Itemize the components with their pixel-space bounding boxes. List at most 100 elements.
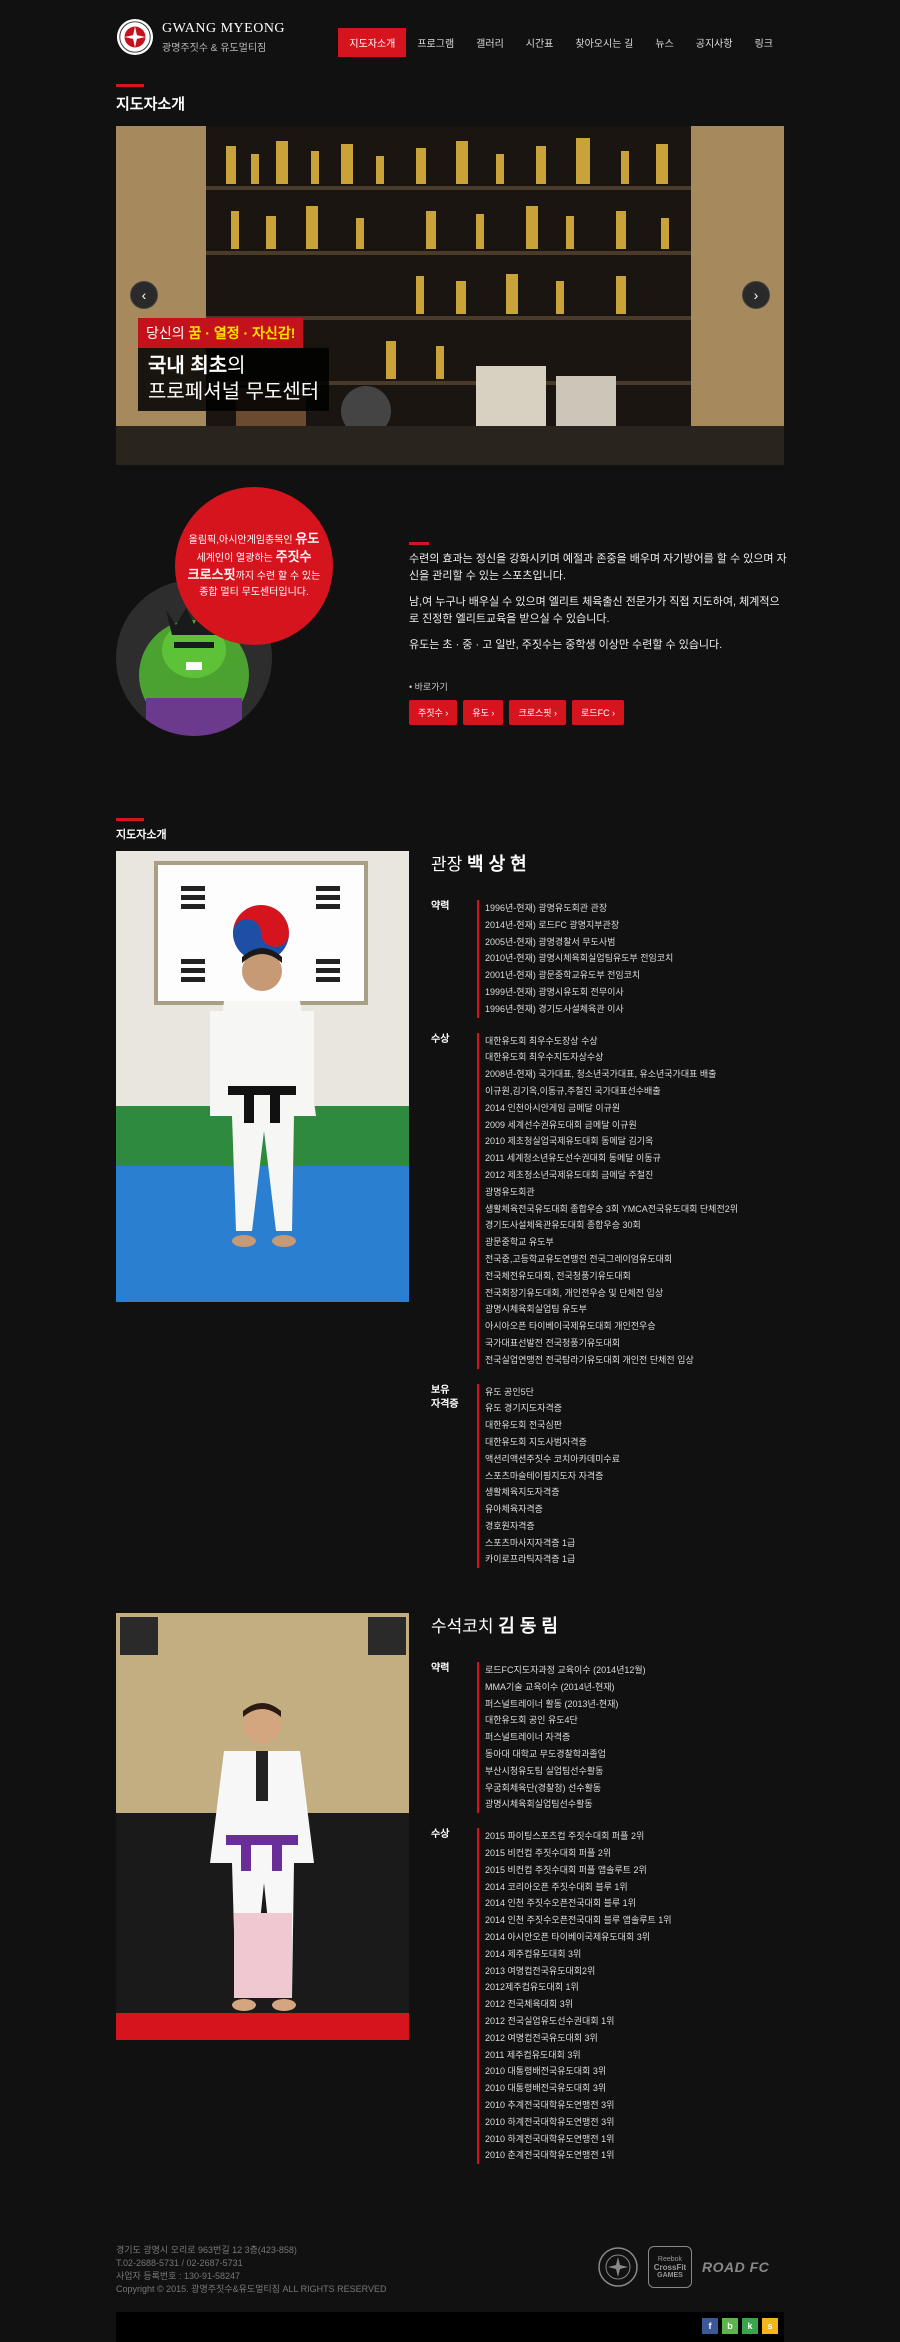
career-list: 로드FC지도자과정 교육이수 (2014년12월) MMA기술 교육이수 (201… bbox=[477, 1662, 646, 1814]
main-nav: 지도자소개 프로그램 갤러리 시간표 찾아오시는 길 뉴스 공지사항 링크 bbox=[338, 28, 784, 57]
instructor-1-name: 관장 백 상 현 bbox=[431, 850, 791, 876]
list-item: 2010 하계전국대학유도연맹전 3위 bbox=[485, 2116, 615, 2127]
nav-item-instructors[interactable]: 지도자소개 bbox=[338, 28, 407, 57]
awards-list: 2015 파이팅스포츠컵 주짓수대회 퍼플 2위 2015 비컨컵 주짓수대회 퍼… bbox=[477, 1828, 672, 2165]
page-title-block: 지도자소개 bbox=[116, 84, 784, 114]
list-item: 퍼스널트레이너 자격증 bbox=[485, 1732, 571, 1743]
intro-accent-bar bbox=[409, 542, 429, 545]
nav-item-directions[interactable]: 찾아오시는 길 bbox=[564, 28, 644, 57]
career-label: 약력 bbox=[431, 901, 450, 912]
list-item: 2011 세계청소년유도선수권대회 동메달 이동규 bbox=[485, 1153, 661, 1164]
list-item: 스포츠마슬테이핑지도자 자격증 bbox=[485, 1470, 604, 1481]
list-item: 2010년-현재) 광명시체육회실업팀유도부 전임코치 bbox=[485, 953, 674, 964]
roadfc-button[interactable]: 로드FC › bbox=[572, 700, 625, 725]
list-item: 대한유도회 최우수도장상 수상 bbox=[485, 1035, 598, 1046]
list-item: 대한유도회 공인 유도4단 bbox=[485, 1715, 578, 1726]
list-item: 2014 코리아오픈 주짓수대회 블루 1위 bbox=[485, 1881, 628, 1892]
site-logo[interactable]: GWANG MYEONG 광명주짓수 & 유도멀티짐 bbox=[116, 18, 285, 56]
nav-item-program[interactable]: 프로그램 bbox=[406, 28, 465, 57]
list-item: 2011 제주컵유도대회 3위 bbox=[485, 2049, 581, 2060]
nav-item-notice[interactable]: 공지사항 bbox=[685, 28, 744, 57]
hero-headline-line2: 프로페셔널 무도센터 bbox=[148, 381, 320, 403]
list-item: 이규원,김기옥,이동규,주철진 국가대표선수배출 bbox=[485, 1085, 661, 1096]
footer-copyright: Copyright © 2015. 광명주짓수&유도멀티짐 ALL RIGHTS… bbox=[116, 2284, 387, 2294]
instructor-1-name-text: 백 상 현 bbox=[467, 854, 527, 874]
nav-item-schedule[interactable]: 시간표 bbox=[515, 28, 565, 57]
list-item: 광문중학교 유도부 bbox=[485, 1237, 554, 1248]
footer-address: 경기도 광명시 오리로 963번길 12 3층(423-858) bbox=[116, 2245, 297, 2255]
instructor-2-photo bbox=[116, 1613, 409, 2040]
slider-next-button[interactable]: › bbox=[742, 281, 770, 309]
instructor-2-awards: 수상 2015 파이팅스포츠컵 주짓수대회 퍼플 2위 2015 비컨컵 주짓수대… bbox=[431, 1828, 791, 2165]
instructor-2-title: 수석코치 bbox=[431, 1617, 499, 1636]
instructor-1-title: 관장 bbox=[431, 855, 468, 874]
list-item: 아시아오픈 타이베이국제유도대회 개인전우승 bbox=[485, 1321, 656, 1332]
instructor-2-name-text: 김 동 림 bbox=[498, 1616, 558, 1636]
list-item: 2015 파이팅스포츠컵 주짓수대회 퍼플 2위 bbox=[485, 1831, 645, 1842]
instructor-1-career: 약력 1996년-현재) 광명유도회관 관장 2014년-현재) 로드FC 광명지… bbox=[431, 900, 791, 1018]
crossfit-logo-bot: GAMES bbox=[657, 2271, 683, 2279]
nav-item-links[interactable]: 링크 bbox=[744, 28, 784, 57]
list-item: 로드FC지도자과정 교육이수 (2014년12월) bbox=[485, 1665, 646, 1675]
list-item: 동아대 대학교 무도경찰학과졸업 bbox=[485, 1748, 606, 1759]
instructor-1-photo bbox=[116, 851, 409, 1302]
intro-text: 수련의 효과는 정신을 강화시키며 예절과 존중을 배우며 자기방어를 할 수 … bbox=[409, 551, 789, 663]
jiujitsu-button[interactable]: 주짓수 › bbox=[409, 700, 458, 725]
slider-prev-button[interactable]: ‹ bbox=[130, 281, 158, 309]
intro-paragraph-2: 남,여 누구나 배우실 수 있으며 엘리트 체육출신 전문가가 직접 지도하여,… bbox=[409, 596, 780, 625]
intro-paragraph-1: 수련의 효과는 정신을 강화시키며 예절과 존중을 배우며 자기방어를 할 수 … bbox=[409, 553, 787, 582]
footer-business-number: 사업자 등록번호 : 130-91-58247 bbox=[116, 2271, 241, 2281]
page-title: 지도자소개 bbox=[116, 96, 186, 113]
list-item: 2005년-현재) 광명경찰서 무도사범 bbox=[485, 936, 616, 947]
list-item: 카이로프라틱자격증 1급 bbox=[485, 1554, 576, 1565]
list-item: 2012 전국실업유도선수권대회 1위 bbox=[485, 2015, 615, 2026]
list-item: 2014 제주컵유도대회 3위 bbox=[485, 1948, 582, 1959]
list-item: 퍼스널트레이너 활동 (2013년-현재) bbox=[485, 1698, 619, 1709]
list-item: 2012제주컵유도대회 1위 bbox=[485, 1982, 579, 1993]
licenses-list: 유도 공인5단유도 경기지도자격증대한유도회 전국심판대한유도회 지도사범자격증… bbox=[477, 1383, 620, 1569]
list-item: 2015 비컨컵 주짓수대회 퍼플 앱솔루트 2위 bbox=[485, 1864, 647, 1875]
list-item: 1996년-현재) 광명유도회관 관장 bbox=[485, 903, 608, 913]
intro-paragraph-3: 유도는 초 · 중 · 고 일반, 주짓수는 중학생 이상만 수련할 수 있습니… bbox=[409, 639, 723, 651]
nav-item-news[interactable]: 뉴스 bbox=[644, 28, 684, 57]
list-item: 생활체육지도자격증 bbox=[485, 1487, 560, 1498]
circle-line2-pre: 세계인이 열광하는 bbox=[196, 553, 276, 564]
list-item: 스포츠마사지자격증 1급 bbox=[485, 1537, 576, 1548]
list-item: 액션리액션주짓수 코치아카데미수료 bbox=[485, 1453, 620, 1464]
hero-tagline-pre: 당신의 bbox=[146, 325, 189, 341]
awards-label: 수상 bbox=[431, 1829, 450, 1841]
judo-button[interactable]: 유도 › bbox=[463, 700, 504, 725]
hero-headline-bold: 국내 최초 bbox=[148, 355, 228, 377]
facebook-icon[interactable]: f bbox=[702, 2318, 718, 2334]
circle-line1-pre: 올림픽,아시안게임종목인 bbox=[188, 535, 296, 546]
footer-phone: T.02-2688-5731 / 02-2687-5731 bbox=[116, 2258, 243, 2268]
blog-icon[interactable]: b bbox=[722, 2318, 738, 2334]
list-item: 2010 하계전국대학유도연맹전 1위 bbox=[485, 2133, 615, 2144]
awards-label: 수상 bbox=[431, 1033, 450, 1045]
nav-item-gallery[interactable]: 갤러리 bbox=[465, 28, 515, 57]
list-item: 대한유도회 최우수지도자상수상 bbox=[485, 1052, 604, 1063]
list-item: 경기도사설체육관유도대회 종합우승 30회 bbox=[485, 1220, 641, 1231]
chevron-right-icon: › bbox=[753, 287, 759, 303]
bottom-bar: f b k s bbox=[116, 2312, 784, 2342]
crossfit-button[interactable]: 크로스핏 › bbox=[509, 700, 567, 725]
list-item: 2010 춘계전국대학유도연맹전 1위 bbox=[485, 2150, 615, 2161]
career-list: 1996년-현재) 광명유도회관 관장 2014년-현재) 로드FC 광명지부관장… bbox=[477, 900, 673, 1018]
instructor-1-image bbox=[116, 851, 409, 1302]
gym-emblem-icon bbox=[598, 2247, 638, 2287]
list-item: 유도 경기지도자격증 bbox=[485, 1403, 563, 1414]
list-item: 대한유도회 지도사범자격증 bbox=[485, 1436, 587, 1447]
crossfit-logo-mid: CrossFit bbox=[653, 2262, 687, 2272]
kakaostory-icon[interactable]: s bbox=[762, 2318, 778, 2334]
footer-info: 경기도 광명시 오리로 963번길 12 3층(423-858) T.02-26… bbox=[116, 2244, 387, 2296]
list-item: 전국회장기유도대회, 개인전우승 및 단체전 입상 bbox=[485, 1287, 664, 1298]
list-item: 2012 전국체육대회 3위 bbox=[485, 1999, 573, 2010]
list-item: 전국중,고등학교유도연맹전 전국그레이엄유도대회 bbox=[485, 1253, 673, 1264]
list-item: 전국실업연맹전 전국탐라기유도대회 개인전 단체전 입상 bbox=[485, 1354, 694, 1365]
list-item: 유도 공인5단 bbox=[485, 1386, 534, 1397]
licenses-label: 보유 자격증 bbox=[431, 1384, 459, 1410]
list-item: 2008년-현재) 국가대표, 청소년국가대표, 유소년국가대표 배출 bbox=[485, 1069, 717, 1080]
hero-tagline: 당신의 꿈 · 열정 · 자신감! bbox=[138, 318, 304, 348]
kakaotalk-icon[interactable]: k bbox=[742, 2318, 758, 2334]
list-item: 대한유도회 전국심판 bbox=[485, 1420, 563, 1431]
